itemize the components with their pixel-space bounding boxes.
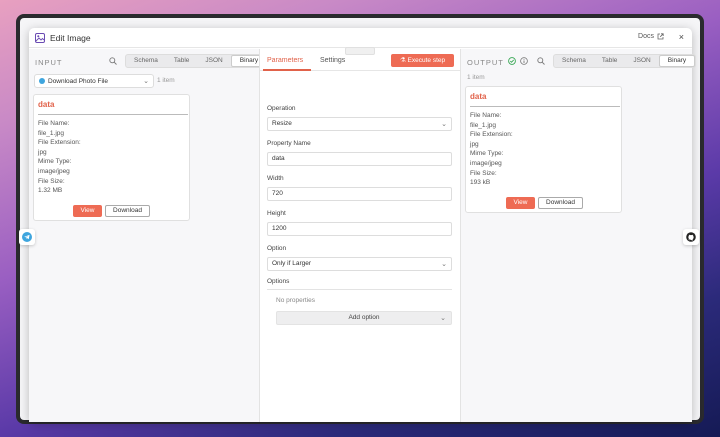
mime-type-label: Mime Type: [470,150,504,158]
add-option-button[interactable]: Add option ⌄ [276,311,452,325]
input-tab-json[interactable]: JSON [197,55,230,67]
file-size-label: File Size: [38,177,65,185]
height-label: Height [267,210,286,217]
output-tab-json[interactable]: JSON [625,55,658,67]
output-tab-schema[interactable]: Schema [554,55,594,67]
option-value: Only if Larger [272,260,312,267]
input-tab-table[interactable]: Table [166,55,198,67]
options-label: Options [267,278,290,285]
input-binary-card: data File Name: file_1.jpg File Extensio… [33,94,190,221]
tab-settings[interactable]: Settings [320,57,345,64]
chevron-down-icon: ⌄ [441,261,447,268]
width-input[interactable]: 720 [267,187,452,201]
option-select[interactable]: Only if Larger ⌄ [267,257,452,271]
input-node-select[interactable]: Download Photo File ⌄ [34,74,154,88]
output-view-button[interactable]: View [506,197,535,209]
file-extension-value: jpg [38,148,47,156]
active-tab-indicator [263,69,311,71]
docs-link[interactable]: Docs [638,33,664,40]
github-icon[interactable] [683,229,699,245]
image-icon [35,33,45,43]
output-card-details: File Name: file_1.jpg File Extension: jp… [470,111,513,188]
search-icon[interactable] [109,57,117,65]
telegram-icon[interactable] [19,229,35,245]
input-card-divider [38,114,188,115]
option-label: Option [267,245,287,252]
modal-title: Edit Image [50,33,91,43]
output-tab-binary[interactable]: Binary [658,55,696,67]
info-icon[interactable] [520,57,528,65]
input-view-button[interactable]: View [73,205,102,217]
input-download-button[interactable]: Download [105,205,150,217]
output-tab-table[interactable]: Table [594,55,626,67]
external-link-icon [657,33,664,40]
file-extension-value: jpg [470,140,479,148]
input-tab-schema[interactable]: Schema [126,55,166,67]
docs-label: Docs [638,33,654,40]
execute-step-button[interactable]: ⚗ Execute step [391,54,454,67]
width-value: 720 [272,190,283,197]
parameters-panel: Parameters Settings ⚗ Execute step Opera… [259,47,461,422]
output-card-divider [470,106,620,107]
input-tabs: Schema Table JSON Binary [125,54,269,68]
file-name-label: File Name: [470,112,502,119]
operation-value: Resize [272,120,292,127]
execute-step-label: Execute step [407,57,446,64]
output-panel: OUTPUT Schema Table JSON Binary 1 item d… [461,49,697,422]
file-size-value: 1.32 MB [38,187,63,195]
telegram-glyph [22,232,32,242]
input-card-title: data [38,100,55,109]
file-size-value: 193 kB [470,179,491,187]
file-name-value: file_1.jpg [38,129,65,137]
height-input[interactable]: 1200 [267,222,452,236]
input-item-count: 1 item [157,77,175,84]
height-value: 1200 [272,225,287,232]
file-name-value: file_1.jpg [470,121,497,129]
flask-icon: ⚗ [399,57,406,64]
check-circle-icon [508,57,516,65]
input-panel: INPUT Schema Table JSON Binary Download … [29,49,269,422]
close-icon[interactable]: × [679,32,684,42]
options-divider [267,289,452,290]
property-name-label: Property Name [267,140,311,147]
parameter-tabs: Parameters Settings ⚗ Execute step [260,49,460,71]
tab-parameters[interactable]: Parameters [267,57,303,64]
file-extension-label: File Extension: [38,139,81,147]
add-option-label: Add option [348,314,380,321]
edit-image-modal: Edit Image Docs × INPUT Schema Table JSO… [29,28,697,422]
output-card-title: data [470,92,487,101]
mime-type-value: image/jpeg [38,167,70,175]
operation-label: Operation [267,105,296,112]
width-label: Width [267,175,284,182]
telegram-icon [39,78,45,84]
chevron-down-icon: ⌄ [441,121,447,128]
output-binary-card: data File Name: file_1.jpg File Extensio… [465,86,622,213]
mime-type-label: Mime Type: [38,158,72,166]
modal-header: Edit Image Docs × [29,28,692,48]
chevron-down-icon: ⌄ [143,78,149,85]
chevron-down-icon: ⌄ [440,315,446,322]
file-name-label: File Name: [38,120,70,127]
search-icon[interactable] [537,57,545,65]
mime-type-value: image/jpeg [470,159,502,167]
no-properties-text: No properties [276,297,316,304]
output-item-count: 1 item [467,74,485,81]
github-glyph [686,232,696,242]
operation-select[interactable]: Resize ⌄ [267,117,452,131]
output-label: OUTPUT [467,58,504,67]
property-name-value: data [272,155,285,162]
input-node-name: Download Photo File [48,77,108,85]
file-size-label: File Size: [470,169,497,177]
property-name-input[interactable]: data [267,152,452,166]
output-tabs: Schema Table JSON Binary [553,54,697,68]
input-label: INPUT [35,58,63,67]
output-download-button[interactable]: Download [538,197,583,209]
input-card-details: File Name: file_1.jpg File Extension: jp… [38,119,81,196]
file-extension-label: File Extension: [470,131,513,139]
